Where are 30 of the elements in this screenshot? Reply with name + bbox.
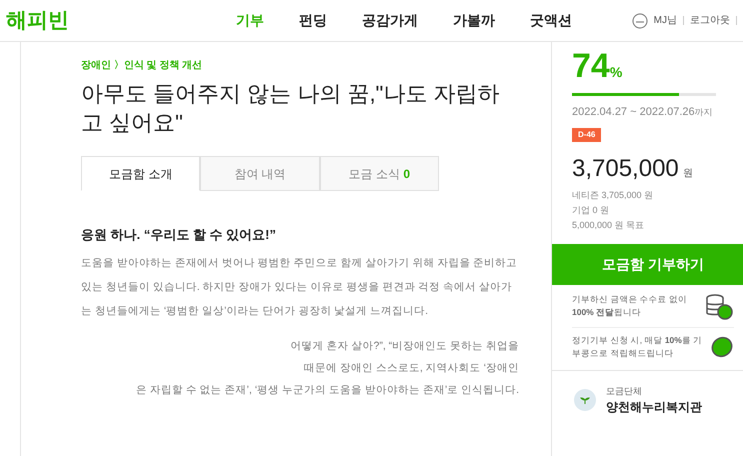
percent-unit: % (610, 64, 622, 82)
user-name: MJ님 (654, 14, 677, 28)
content-tab[interactable]: 모금함 소개 (81, 156, 200, 191)
nav-link[interactable]: 굿액션 (530, 10, 572, 31)
body-paragraph: 도움을 받아야하는 존재에서 벗어나 평범한 주민으로 함께 살아가기 위해 자립을 준비하고 있는 청년들이 있습니다. 하지만 장애가 있다는 이유로 평생을 편견과 걱정 속에서 살아가는 청년들에게는 ‘평범한 일상’이라는 단어가 굉장히 낯설게 느껴집니다. (81, 256, 518, 318)
raised-amount: 3,705,000 (572, 154, 679, 184)
nav-link[interactable]: 공감가게 (362, 10, 418, 31)
period-suffix: 까지 (694, 106, 713, 119)
period-dates: 2022.04.27 ~ 2022.07.26 (572, 105, 695, 120)
sprout-icon (574, 389, 596, 412)
amount-detail: 네티즌 3,705,000 원 (572, 188, 654, 202)
amount-detail: 기업 0 원 (572, 204, 610, 216)
page-title: 아무도 들어주지 않는 나의 꿈,"나도 자립하고 싶어요" (81, 80, 500, 137)
amount-unit: 원 (682, 166, 693, 180)
progress-percent: 74 (572, 46, 610, 86)
body-text-line: 때문에 장애인 스스로도, 지역사회도 ‘장애인 (304, 360, 519, 376)
org-label: 모금단체 (606, 384, 643, 398)
amount-detail: 5,000,000 원 목표 (572, 218, 646, 232)
section-heading: 응원 하나. “우리도 할 수 있어요!” (81, 226, 277, 244)
dday-badge: D-46 (572, 128, 602, 142)
body-text-line: 어떻게 혼자 살아?”, “비장애인도 못하는 취업을 (290, 338, 519, 354)
logout-link[interactable]: 로그아웃 (690, 13, 730, 28)
avatar-icon (632, 12, 648, 28)
body-text-line: 은 자립할 수 없는 존재’, ‘평생 누군가의 도움을 받아야하는 존재’로 인식됩니다. (136, 382, 519, 398)
bean-icon (710, 334, 734, 358)
nav-link[interactable]: 가볼까 (453, 10, 495, 31)
org-name[interactable]: 양천해누리복지관 (606, 398, 702, 416)
info-note: 기부하신 금액은 수수료 없이 100% 전달됩니다 (572, 292, 688, 318)
info-note: 정기기부 신청 시, 매달 10%를 기부콩으로 적립해드립니다 (572, 334, 704, 360)
nav-link[interactable]: 펀딩 (299, 10, 327, 31)
